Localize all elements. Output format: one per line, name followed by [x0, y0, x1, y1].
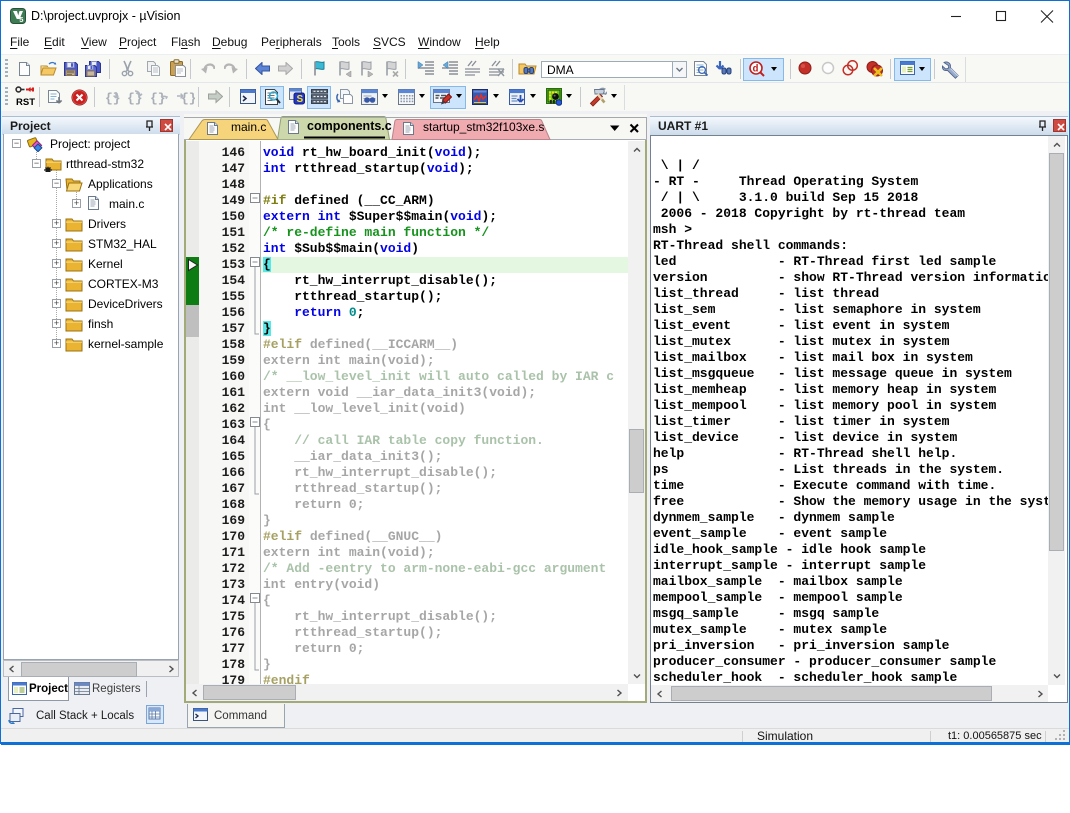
svg-text:{}: {}: [150, 91, 166, 105]
svg-text:{}: {}: [181, 91, 195, 105]
svg-text:{}: {}: [127, 91, 143, 105]
svg-text:5: 5: [19, 15, 23, 24]
svg-text:{}: {}: [105, 91, 121, 105]
svg-text:d: d: [753, 64, 759, 76]
svg-text:RST: RST: [16, 97, 35, 108]
svg-text:S: S: [297, 94, 304, 105]
